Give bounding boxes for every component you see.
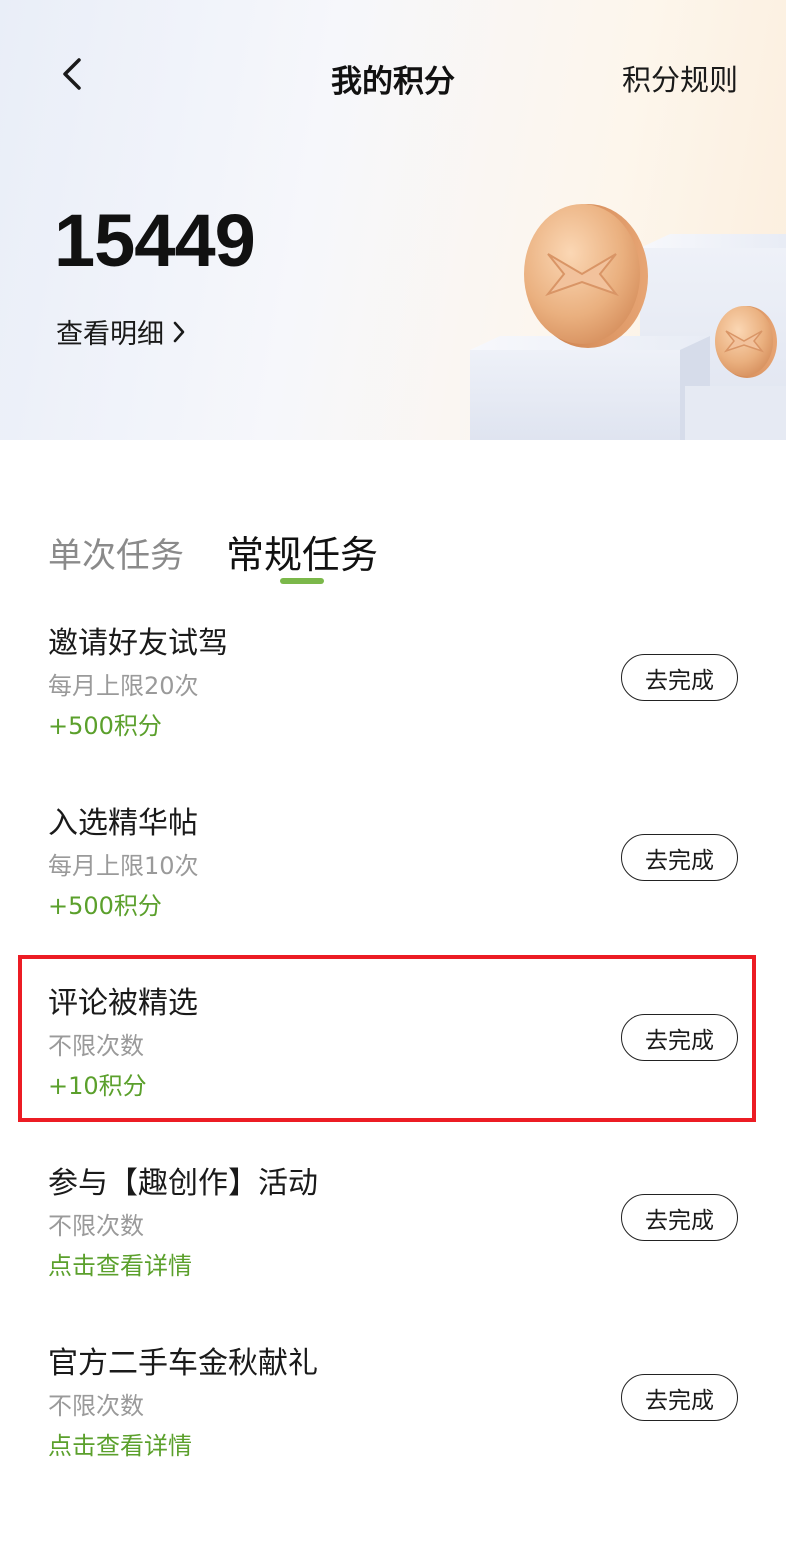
coin-podium-illustration bbox=[470, 204, 786, 440]
navigation-bar: 我的积分 积分规则 bbox=[0, 0, 786, 150]
active-tab-indicator bbox=[280, 578, 324, 584]
task-limit: 不限次数 bbox=[48, 1392, 144, 1420]
task-reward: +500积分 bbox=[48, 892, 162, 920]
task-limit: 每月上限20次 bbox=[48, 672, 199, 700]
task-reward: +10积分 bbox=[48, 1072, 147, 1100]
task-item: 官方二手车金秋献礼 不限次数 点击查看详情 去完成 bbox=[0, 1338, 786, 1518]
tab-regular-tasks[interactable]: 常规任务 bbox=[226, 522, 379, 584]
complete-task-button[interactable]: 去完成 bbox=[621, 1014, 738, 1061]
task-limit: 不限次数 bbox=[48, 1212, 144, 1240]
tab-regular-tasks-label: 常规任务 bbox=[226, 533, 379, 577]
header-banner: 我的积分 积分规则 15449 查看明细 bbox=[0, 0, 786, 440]
task-item: 参与【趣创作】活动 不限次数 点击查看详情 去完成 bbox=[0, 1158, 786, 1338]
task-limit: 不限次数 bbox=[48, 1032, 144, 1060]
task-item: 邀请好友试驾 每月上限20次 +500积分 去完成 bbox=[0, 618, 786, 798]
complete-task-button[interactable]: 去完成 bbox=[621, 834, 738, 881]
complete-task-button[interactable]: 去完成 bbox=[621, 1194, 738, 1241]
task-reward-link[interactable]: 点击查看详情 bbox=[48, 1426, 192, 1461]
task-limit: 每月上限10次 bbox=[48, 852, 199, 880]
task-tabs: 单次任务 常规任务 bbox=[48, 522, 378, 592]
task-title: 参与【趣创作】活动 bbox=[48, 1166, 318, 1201]
task-item: 评论被精选 不限次数 +10积分 去完成 bbox=[0, 978, 786, 1158]
task-title: 官方二手车金秋献礼 bbox=[48, 1346, 318, 1381]
complete-task-button[interactable]: 去完成 bbox=[621, 654, 738, 701]
points-balance: 15449 bbox=[54, 199, 256, 282]
view-details-link[interactable]: 查看明细 bbox=[56, 312, 188, 351]
chevron-right-icon bbox=[173, 321, 185, 342]
complete-task-button[interactable]: 去完成 bbox=[621, 1374, 738, 1421]
task-item: 入选精华帖 每月上限10次 +500积分 去完成 bbox=[0, 798, 786, 978]
back-button[interactable] bbox=[50, 52, 94, 96]
task-reward-link[interactable]: 点击查看详情 bbox=[48, 1246, 192, 1281]
points-rules-link[interactable]: 积分规则 bbox=[622, 57, 738, 99]
task-reward: +500积分 bbox=[48, 712, 162, 740]
tab-single-tasks[interactable]: 单次任务 bbox=[48, 522, 184, 577]
task-title: 入选精华帖 bbox=[48, 806, 198, 841]
chevron-left-icon bbox=[63, 58, 81, 90]
task-title: 评论被精选 bbox=[48, 986, 198, 1021]
task-title: 邀请好友试驾 bbox=[48, 626, 228, 661]
view-details-label: 查看明细 bbox=[56, 319, 164, 350]
